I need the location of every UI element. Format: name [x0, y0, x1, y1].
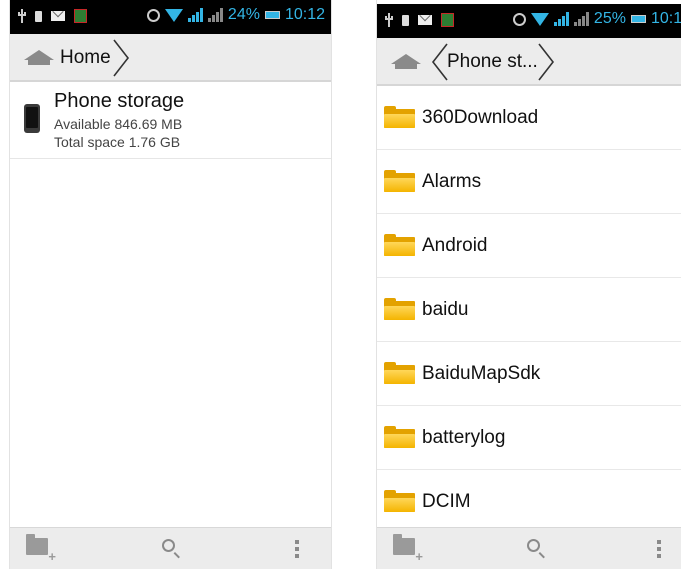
- folder-icon: [384, 298, 415, 320]
- battery-icon: [630, 15, 646, 23]
- storage-total: Total space 1.76 GB: [54, 134, 181, 150]
- signal-icon: [553, 12, 569, 26]
- battery-percent: 24%: [227, 6, 260, 23]
- search-icon[interactable]: [162, 539, 175, 552]
- folder-item[interactable]: 360Download: [377, 86, 681, 150]
- battery-percent: 25%: [593, 10, 626, 27]
- folder-name: BaiduMapSdk: [422, 363, 541, 384]
- battery-icon: [264, 11, 280, 19]
- app-icon: [441, 13, 454, 27]
- folder-name: Alarms: [422, 171, 482, 192]
- folder-item[interactable]: baidu: [377, 278, 681, 342]
- mail-icon: [418, 15, 432, 25]
- folder-name: baidu: [422, 299, 469, 320]
- home-icon[interactable]: [24, 50, 54, 65]
- storage-title: Phone storage: [54, 90, 185, 112]
- status-bar: 25% 10:13: [377, 4, 681, 38]
- usb-icon: [385, 13, 393, 27]
- usb-icon: [18, 9, 26, 23]
- phone-device-icon: [24, 104, 40, 133]
- folder-icon: [384, 490, 415, 512]
- home-icon[interactable]: [391, 54, 421, 69]
- breadcrumb: Home: [10, 34, 331, 82]
- folder-item[interactable]: batterylog: [377, 406, 681, 470]
- folder-item[interactable]: DCIM: [377, 470, 681, 533]
- sdcard-icon: [35, 10, 42, 22]
- alarm-icon: [512, 12, 526, 26]
- alarm-icon: [146, 8, 160, 22]
- bottom-action-bar: [10, 527, 331, 569]
- folder-item[interactable]: Android: [377, 214, 681, 278]
- new-folder-icon[interactable]: [393, 534, 423, 563]
- folder-icon: [384, 234, 415, 256]
- app-icon: [74, 9, 87, 23]
- folder-name: batterylog: [422, 427, 506, 448]
- storage-available: Available 846.69 MB: [54, 116, 183, 132]
- breadcrumb-home[interactable]: Home: [60, 47, 111, 69]
- overflow-menu-icon[interactable]: [295, 540, 299, 560]
- chevron-right-icon: [538, 43, 555, 81]
- new-folder-icon[interactable]: [26, 534, 56, 563]
- folder-name: DCIM: [422, 491, 471, 512]
- search-icon[interactable]: [527, 539, 540, 552]
- home-screen: 24% 10:12 Home Phone storage Available 8…: [9, 0, 332, 569]
- wifi-icon: [530, 12, 549, 26]
- sdcard-icon: [402, 14, 409, 26]
- wifi-icon: [164, 8, 183, 22]
- folder-name: 360Download: [422, 107, 539, 128]
- chevron-right-icon: [113, 39, 130, 77]
- folder-name: Android: [422, 235, 488, 256]
- folder-icon: [384, 362, 415, 384]
- signal-icon: [207, 8, 223, 22]
- folder-item[interactable]: Alarms: [377, 150, 681, 214]
- phone-storage-screen: 25% 10:13 Phone st... 360Download Alarms…: [376, 0, 681, 569]
- breadcrumb-phone-storage[interactable]: Phone st...: [447, 51, 538, 73]
- breadcrumb: Phone st...: [377, 38, 681, 86]
- clock: 10:12: [284, 6, 325, 23]
- overflow-menu-icon[interactable]: [657, 540, 661, 560]
- status-bar: 24% 10:12: [10, 0, 331, 34]
- folder-icon: [384, 170, 415, 192]
- clock: 10:13: [650, 10, 681, 27]
- bottom-action-bar: [377, 527, 681, 569]
- signal-icon: [573, 12, 589, 26]
- folder-item[interactable]: BaiduMapSdk: [377, 342, 681, 406]
- folder-icon: [384, 426, 415, 448]
- mail-icon: [51, 11, 65, 21]
- signal-icon: [187, 8, 203, 22]
- folder-icon: [384, 106, 415, 128]
- storage-item-phone[interactable]: Phone storage Available 846.69 MB Total …: [10, 82, 331, 159]
